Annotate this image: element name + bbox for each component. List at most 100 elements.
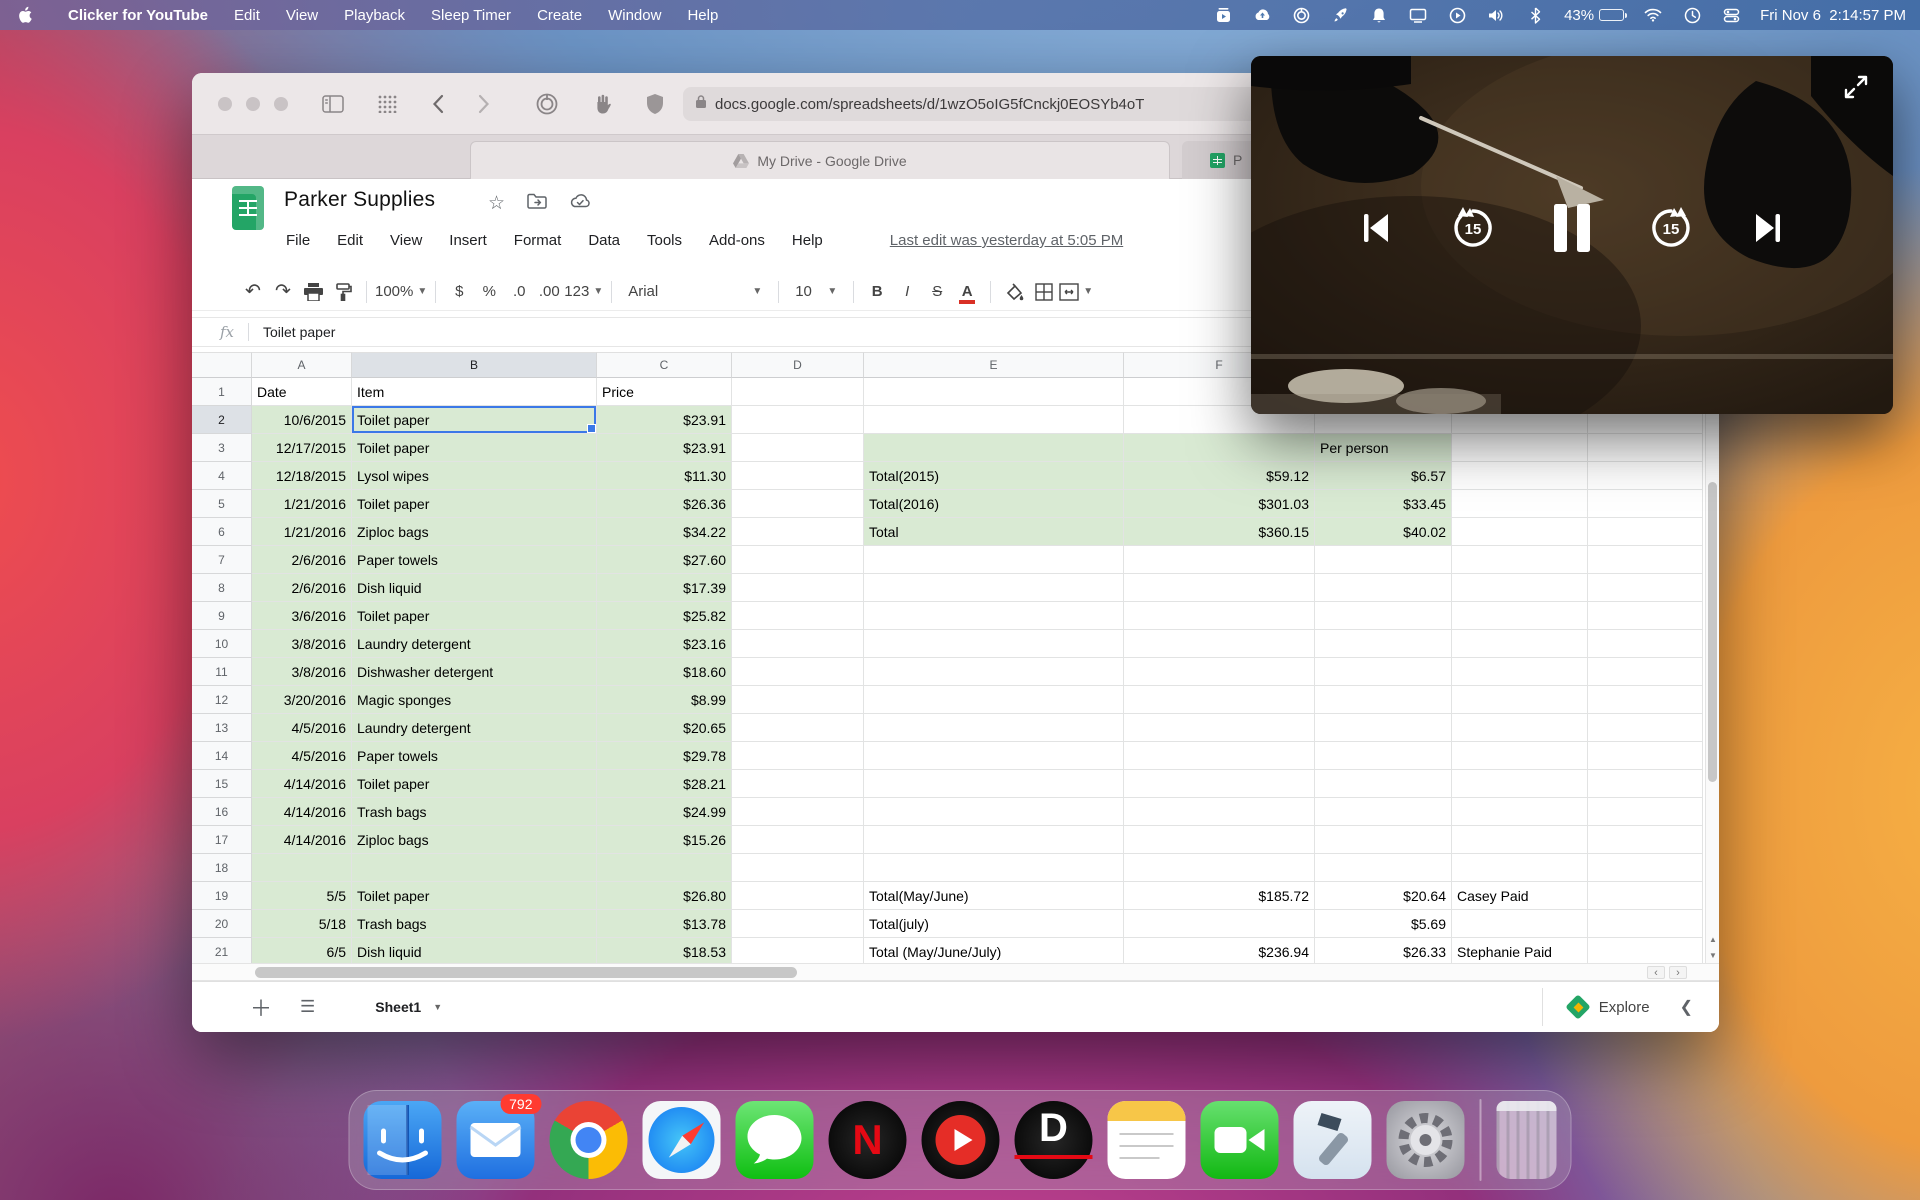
cell-B7[interactable]: Paper towels bbox=[352, 546, 597, 574]
cell-F11[interactable] bbox=[1124, 658, 1315, 686]
cell-B5[interactable]: Toilet paper bbox=[352, 490, 597, 518]
zoom-select[interactable]: 100% ▼ bbox=[375, 278, 427, 306]
cell-F3[interactable] bbox=[1124, 434, 1315, 462]
undo-button[interactable]: ↶ bbox=[238, 278, 268, 306]
cell-G17[interactable] bbox=[1315, 826, 1452, 854]
cell-G11[interactable] bbox=[1315, 658, 1452, 686]
row-header-11[interactable]: 11 bbox=[192, 658, 252, 686]
cell-F10[interactable] bbox=[1124, 630, 1315, 658]
cell-B6[interactable]: Ziploc bags bbox=[352, 518, 597, 546]
clicker-disney-dock-icon[interactable]: D bbox=[1014, 1101, 1093, 1179]
decrease-decimals-button[interactable]: .0 bbox=[504, 278, 534, 306]
cell-A7[interactable]: 2/6/2016 bbox=[252, 546, 352, 574]
cell-F18[interactable] bbox=[1124, 854, 1315, 882]
print-button[interactable] bbox=[298, 278, 328, 306]
cell-H18[interactable] bbox=[1452, 854, 1588, 882]
cell-I15[interactable] bbox=[1588, 770, 1703, 798]
cell-G15[interactable] bbox=[1315, 770, 1452, 798]
sheets-menu-8[interactable]: Help bbox=[792, 232, 823, 249]
battery-indicator[interactable]: 43% bbox=[1564, 7, 1628, 24]
sheets-menu-6[interactable]: Tools bbox=[647, 232, 682, 249]
cell-D16[interactable] bbox=[732, 798, 864, 826]
cell-I21[interactable] bbox=[1588, 938, 1703, 963]
cell-E17[interactable] bbox=[864, 826, 1124, 854]
zoom-window-button[interactable] bbox=[274, 96, 288, 111]
scroll-left-button[interactable]: ‹ bbox=[1647, 966, 1665, 979]
cell-I16[interactable] bbox=[1588, 798, 1703, 826]
cell-B4[interactable]: Lysol wipes bbox=[352, 462, 597, 490]
rocket-icon[interactable] bbox=[1330, 5, 1350, 25]
cell-D18[interactable] bbox=[732, 854, 864, 882]
sheets-menu-4[interactable]: Format bbox=[514, 232, 562, 249]
cell-B1[interactable]: Item bbox=[352, 378, 597, 406]
cell-B11[interactable]: Dishwasher detergent bbox=[352, 658, 597, 686]
cell-D10[interactable] bbox=[732, 630, 864, 658]
collapse-panel-button[interactable]: ❮ bbox=[1680, 997, 1693, 1017]
cell-C21[interactable]: $18.53 bbox=[597, 938, 732, 963]
cell-B13[interactable]: Laundry detergent bbox=[352, 714, 597, 742]
cell-C9[interactable]: $25.82 bbox=[597, 602, 732, 630]
cell-G21[interactable]: $26.33 bbox=[1315, 938, 1452, 963]
cell-C7[interactable]: $27.60 bbox=[597, 546, 732, 574]
merge-cells-button[interactable]: ▼ bbox=[1059, 278, 1093, 306]
facetime-dock-icon[interactable] bbox=[1200, 1101, 1279, 1179]
cell-E11[interactable] bbox=[864, 658, 1124, 686]
cell-F8[interactable] bbox=[1124, 574, 1315, 602]
cell-G19[interactable]: $20.64 bbox=[1315, 882, 1452, 910]
cell-C19[interactable]: $26.80 bbox=[597, 882, 732, 910]
cell-E16[interactable] bbox=[864, 798, 1124, 826]
menubar-app-name[interactable]: Clicker for YouTube bbox=[68, 7, 208, 24]
trash-dock-icon[interactable] bbox=[1496, 1101, 1557, 1179]
cell-H12[interactable] bbox=[1452, 686, 1588, 714]
cell-E8[interactable] bbox=[864, 574, 1124, 602]
cell-F19[interactable]: $185.72 bbox=[1124, 882, 1315, 910]
cell-A6[interactable]: 1/21/2016 bbox=[252, 518, 352, 546]
sheets-menu-0[interactable]: File bbox=[286, 232, 310, 249]
menubar-menu-3[interactable]: Sleep Timer bbox=[431, 7, 511, 24]
forward-button[interactable] bbox=[478, 94, 490, 114]
cell-G5[interactable]: $33.45 bbox=[1315, 490, 1452, 518]
pause-button[interactable] bbox=[1552, 202, 1592, 254]
close-window-button[interactable] bbox=[218, 96, 232, 111]
font-size-select[interactable]: 10 ▼ bbox=[787, 278, 845, 306]
back-button[interactable] bbox=[432, 94, 444, 114]
sheets-menu-7[interactable]: Add-ons bbox=[709, 232, 765, 249]
cell-B12[interactable]: Magic sponges bbox=[352, 686, 597, 714]
cell-A10[interactable]: 3/8/2016 bbox=[252, 630, 352, 658]
previous-track-button[interactable] bbox=[1358, 210, 1394, 246]
cell-H21[interactable]: Stephanie Paid bbox=[1452, 938, 1588, 963]
cell-I9[interactable] bbox=[1588, 602, 1703, 630]
cell-I17[interactable] bbox=[1588, 826, 1703, 854]
cell-F15[interactable] bbox=[1124, 770, 1315, 798]
clicker-status-icon[interactable] bbox=[1213, 5, 1233, 25]
cloud-status-icon[interactable] bbox=[569, 193, 591, 214]
cell-A20[interactable]: 5/18 bbox=[252, 910, 352, 938]
cell-D4[interactable] bbox=[732, 462, 864, 490]
row-header-4[interactable]: 4 bbox=[192, 462, 252, 490]
column-header-A[interactable]: A bbox=[252, 352, 352, 378]
cell-A9[interactable]: 3/6/2016 bbox=[252, 602, 352, 630]
cell-A3[interactable]: 12/17/2015 bbox=[252, 434, 352, 462]
cell-E13[interactable] bbox=[864, 714, 1124, 742]
cell-D19[interactable] bbox=[732, 882, 864, 910]
row-header-15[interactable]: 15 bbox=[192, 770, 252, 798]
cell-C2[interactable]: $23.91 bbox=[597, 406, 732, 434]
paint-format-button[interactable] bbox=[328, 278, 358, 306]
cloud-upload-icon[interactable] bbox=[1252, 5, 1272, 25]
sheets-menu-3[interactable]: Insert bbox=[449, 232, 487, 249]
horizontal-scrollbar[interactable]: ‹ › bbox=[192, 963, 1719, 981]
cell-C18[interactable] bbox=[597, 854, 732, 882]
move-folder-icon[interactable] bbox=[527, 193, 547, 214]
chrome-dock-icon[interactable] bbox=[549, 1101, 628, 1179]
cell-H17[interactable] bbox=[1452, 826, 1588, 854]
cell-A8[interactable]: 2/6/2016 bbox=[252, 574, 352, 602]
cell-H13[interactable] bbox=[1452, 714, 1588, 742]
scroll-right-button[interactable]: › bbox=[1669, 966, 1687, 979]
cell-H19[interactable]: Casey Paid bbox=[1452, 882, 1588, 910]
scroll-up-button[interactable]: ▲ bbox=[1706, 931, 1719, 947]
strikethrough-button[interactable]: S bbox=[922, 278, 952, 306]
cell-A1[interactable]: Date bbox=[252, 378, 352, 406]
cell-B3[interactable]: Toilet paper bbox=[352, 434, 597, 462]
row-header-7[interactable]: 7 bbox=[192, 546, 252, 574]
cell-G20[interactable]: $5.69 bbox=[1315, 910, 1452, 938]
